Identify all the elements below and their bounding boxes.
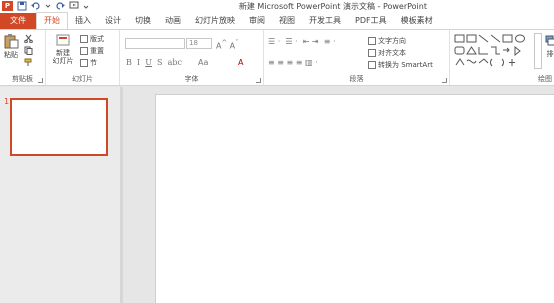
title-bar: P 新建 Microsoft PowerPoint 演示文稿 - PowerPo…	[0, 0, 554, 12]
slides-group: 新建 幻灯片 版式 重置 节 幻灯片	[46, 30, 120, 85]
grow-shrink-font[interactable]: A^ Aˇ	[216, 39, 238, 51]
tab-review[interactable]: 审阅	[242, 13, 272, 29]
slide-canvas[interactable]	[155, 94, 554, 303]
reset-label: 重置	[90, 47, 104, 55]
arrange-button[interactable]: 排	[545, 34, 554, 58]
font-color-button[interactable]: A	[238, 58, 243, 67]
drawing-group: 排 绘图	[450, 30, 554, 85]
slide-number: 1	[4, 97, 10, 106]
slide-thumbnail[interactable]	[10, 98, 108, 156]
bold-italic-underline[interactable]: B I U S abc	[126, 58, 182, 67]
tab-file[interactable]: 文件	[0, 13, 36, 29]
powerpoint-window: P 新建 Microsoft PowerPoint 演示文稿 - PowerPo…	[0, 0, 554, 303]
tab-template-assets[interactable]: 模板素材	[394, 13, 440, 29]
ribbon-tabs: 文件 开始 插入 设计 切换 动画 幻灯片放映 审阅 视图 开发工具 PDF工具…	[0, 12, 554, 29]
reset-button[interactable]: 重置	[80, 46, 104, 56]
reset-icon	[80, 47, 88, 55]
align-text-button[interactable]: 对齐文本	[368, 48, 406, 58]
cut-icon[interactable]	[24, 34, 33, 43]
font-case-label: Aa	[198, 58, 209, 67]
new-slide-label-2: 幻灯片	[52, 57, 74, 65]
shapes-scroll[interactable]	[534, 33, 542, 69]
copy-icon[interactable]	[24, 46, 36, 55]
font-launcher[interactable]	[256, 78, 261, 83]
convert-smartart-label: 转换为 SmartArt	[378, 61, 433, 69]
tab-developer[interactable]: 开发工具	[302, 13, 348, 29]
tab-home[interactable]: 开始	[36, 12, 68, 29]
smartart-icon	[368, 61, 376, 69]
paragraph-group: ☰ · ☰ · ⇤ ⇥ ≡ · ≡ ≡ ≡ ≡ ▥ · 文字方向 对齐文本 转换…	[264, 30, 450, 85]
tab-transitions[interactable]: 切换	[128, 13, 158, 29]
section-label: 节	[90, 59, 97, 67]
section-button[interactable]: 节	[80, 58, 97, 68]
paste-icon	[4, 34, 19, 49]
alignment-buttons[interactable]: ≡ ≡ ≡ ≡ ▥ ·	[268, 58, 318, 67]
clipboard-group: 粘贴 剪贴板	[0, 30, 46, 85]
align-text-label: 对齐文本	[378, 49, 406, 57]
layout-button[interactable]: 版式	[80, 34, 104, 44]
font-size-value: 18	[189, 39, 198, 47]
new-slide-label: 新建	[56, 49, 70, 57]
layout-label: 版式	[90, 35, 104, 43]
font-size-combo[interactable]: 18	[186, 38, 212, 49]
paste-button[interactable]: 粘贴	[2, 33, 20, 59]
paste-label: 粘贴	[4, 51, 18, 59]
clipboard-launcher[interactable]	[38, 78, 43, 83]
window-title: 新建 Microsoft PowerPoint 演示文稿 - PowerPoin…	[238, 2, 427, 11]
text-direction-label: 文字方向	[378, 37, 406, 45]
new-slide-icon	[56, 34, 70, 46]
font-group: 18 A^ Aˇ B I U S abc Aa A 字体	[120, 30, 264, 85]
shapes-gallery[interactable]	[454, 33, 534, 69]
tab-slideshow[interactable]: 幻灯片放映	[188, 13, 242, 29]
bullets-numbering[interactable]: ☰ · ☰ · ⇤ ⇥ ≡ ·	[268, 37, 336, 46]
tab-view[interactable]: 视图	[272, 13, 302, 29]
section-icon	[80, 59, 88, 67]
tab-animations[interactable]: 动画	[158, 13, 188, 29]
tab-insert[interactable]: 插入	[68, 13, 98, 29]
tab-pdf-tools[interactable]: PDF工具	[348, 13, 394, 29]
format-painter-icon[interactable]	[24, 58, 33, 67]
convert-smartart-button[interactable]: 转换为 SmartArt	[368, 60, 433, 70]
align-text-icon	[368, 49, 376, 57]
slides-group-label: 幻灯片	[72, 75, 93, 83]
drawing-group-label: 绘图	[538, 75, 552, 83]
font-group-label: 字体	[184, 75, 199, 83]
paragraph-launcher[interactable]	[442, 78, 447, 83]
font-case-button[interactable]: Aa	[198, 58, 208, 67]
paragraph-group-label: 段落	[349, 75, 364, 83]
layout-icon	[80, 35, 88, 43]
arrange-label: 排	[546, 50, 554, 58]
font-name-combo[interactable]	[125, 38, 185, 49]
ribbon: 粘贴 剪贴板 新建 幻灯片 版式 重置 节 幻灯片 18 A^ Aˇ B I U…	[0, 29, 554, 86]
arrange-icon	[545, 35, 554, 46]
text-direction-icon	[368, 37, 376, 45]
new-slide-button[interactable]: 新建 幻灯片	[50, 33, 76, 65]
tab-design[interactable]: 设计	[98, 13, 128, 29]
text-direction-button[interactable]: 文字方向	[368, 36, 406, 46]
